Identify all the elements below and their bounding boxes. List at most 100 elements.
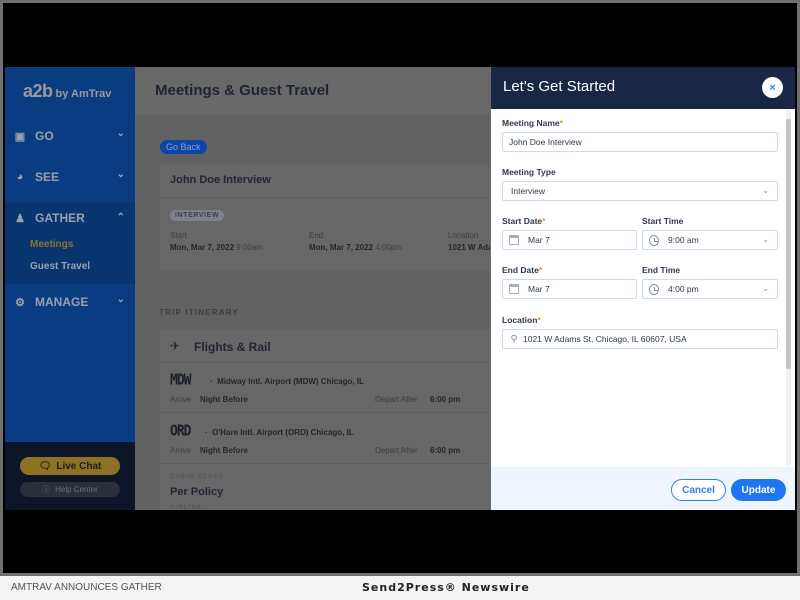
meeting-title: John Doe Interview bbox=[170, 174, 271, 186]
chat-icon: 🗨 bbox=[38, 460, 52, 472]
chevron-down-icon: ⌄ bbox=[762, 186, 769, 195]
input-value: Mar 7 bbox=[528, 235, 550, 245]
airline-label: AIRLINE: bbox=[170, 505, 206, 510]
help-center-label: Help Center bbox=[55, 485, 98, 494]
label-text: Meeting Name bbox=[502, 118, 560, 128]
meeting-name-input[interactable]: John Doe Interview bbox=[502, 132, 778, 152]
depart-value: 6:00 pm bbox=[430, 446, 461, 455]
caption-headline: AMTRAV ANNOUNCES GATHER bbox=[11, 582, 162, 593]
cabin-class-value: Per Policy bbox=[170, 486, 224, 498]
meeting-summary-card: John Doe Interview INTERVIEW Start Mon, … bbox=[160, 164, 495, 271]
divider bbox=[160, 463, 495, 464]
suitcase-icon: ▣ bbox=[14, 130, 26, 143]
logo-sub: by AmTrav bbox=[55, 88, 112, 100]
logo[interactable]: a2b by AmTrav bbox=[23, 81, 111, 102]
app-window: a2b by AmTrav ▣ GO ⌄ ◕ SEE ⌄ ♟ GATHER ⌃ M… bbox=[5, 67, 795, 510]
end-date: Mon, Mar 7, 2022 bbox=[309, 243, 374, 252]
end-value: Mon, Mar 7, 2022 4:00pm bbox=[309, 243, 402, 252]
sidebar-item-see[interactable]: ◕ SEE ⌄ bbox=[5, 157, 135, 197]
required-mark: * bbox=[559, 118, 563, 128]
location-value: 1021 W Ada bbox=[448, 243, 493, 252]
depart-label: Depart After bbox=[375, 446, 418, 455]
select-value: 9:00 am bbox=[668, 235, 699, 245]
live-chat-label: Live Chat bbox=[56, 460, 102, 472]
sidebar-item-label: SEE bbox=[35, 170, 60, 184]
start-time-label: Start Time bbox=[642, 216, 684, 226]
panel-header: Let's Get Started × bbox=[491, 67, 795, 109]
arrive-label: Arrive bbox=[170, 395, 191, 404]
sidebar: a2b by AmTrav ▣ GO ⌄ ◕ SEE ⌄ ♟ GATHER ⌃ M… bbox=[5, 67, 135, 510]
label-text: Location bbox=[502, 315, 538, 325]
end-date-label: End Date* bbox=[502, 265, 542, 275]
airport-code: ORD bbox=[170, 422, 192, 441]
panel-footer: Cancel Update bbox=[491, 467, 795, 510]
chevron-down-icon: ⌄ bbox=[762, 284, 769, 293]
airplane-icon: ✈ bbox=[170, 339, 181, 353]
chevron-down-icon: ⌄ bbox=[116, 128, 125, 139]
airport-name: · Midway Intl. Airport (MDW) Chicago, IL bbox=[210, 377, 364, 386]
input-value: 1021 W Adams St, Chicago, IL 60607, USA bbox=[523, 334, 687, 344]
meeting-edit-panel: Let's Get Started × Meeting Name* John D… bbox=[491, 67, 795, 510]
caption-source: Send2Press® Newswire bbox=[362, 581, 530, 594]
sidebar-item-label: GATHER bbox=[35, 211, 85, 225]
required-mark: * bbox=[537, 315, 541, 325]
sidebar-footer bbox=[5, 442, 135, 510]
flights-rail-card: ✈ Flights & Rail MDW · Midway Intl. Airp… bbox=[160, 329, 495, 510]
live-chat-button[interactable]: 🗨 Live Chat bbox=[20, 457, 120, 475]
start-date: Mon, Mar 7, 2022 bbox=[170, 243, 235, 252]
update-button[interactable]: Update bbox=[731, 479, 786, 501]
scrollbar-thumb[interactable] bbox=[786, 119, 791, 369]
end-time-select[interactable]: 4:00 pm ⌄ bbox=[642, 279, 778, 299]
sidebar-item-go[interactable]: ▣ GO ⌄ bbox=[5, 116, 135, 156]
airport-code: MDW bbox=[170, 371, 192, 390]
required-mark: * bbox=[538, 265, 543, 275]
logo-main: a2b bbox=[23, 81, 53, 101]
divider bbox=[160, 412, 495, 413]
airport-name-text: Midway Intl. Airport (MDW) Chicago, IL bbox=[217, 377, 364, 386]
meeting-name-label: Meeting Name* bbox=[502, 118, 563, 128]
select-value: Interview bbox=[511, 186, 546, 196]
main-content: Meetings & Guest Travel Go Back John Doe… bbox=[135, 67, 495, 510]
label-text: Start Date bbox=[502, 216, 543, 226]
panel-title: Let's Get Started bbox=[503, 78, 616, 95]
trip-itinerary-label: TRIP ITINERARY bbox=[159, 308, 239, 317]
sidebar-item-gather[interactable]: ♟ GATHER ⌃ bbox=[5, 198, 135, 238]
depart-value: 6:00 pm bbox=[430, 395, 461, 404]
arrive-label: Arrive bbox=[170, 446, 191, 455]
input-value: Mar 7 bbox=[528, 284, 550, 294]
sidebar-item-manage[interactable]: ⚙ MANAGE ⌄ bbox=[5, 282, 135, 322]
chevron-up-icon: ⌃ bbox=[116, 212, 125, 223]
end-date-input[interactable]: Mar 7 bbox=[502, 279, 637, 299]
sidebar-subitem-meetings[interactable]: Meetings bbox=[30, 239, 73, 250]
clock-icon bbox=[649, 283, 659, 295]
chevron-down-icon: ⌄ bbox=[116, 294, 125, 305]
arrive-value: Night Before bbox=[200, 446, 248, 455]
divider bbox=[160, 197, 495, 198]
meeting-type-select[interactable]: Interview ⌄ bbox=[502, 181, 778, 201]
start-value: Mon, Mar 7, 2022 9:00am bbox=[170, 243, 263, 252]
sidebar-item-label: MANAGE bbox=[35, 295, 89, 309]
calendar-icon bbox=[509, 235, 519, 245]
users-icon: ♟ bbox=[15, 212, 25, 225]
start-label: Start bbox=[170, 231, 187, 240]
required-mark: * bbox=[542, 216, 546, 226]
sidebar-subitem-guest-travel[interactable]: Guest Travel bbox=[30, 261, 90, 272]
start-date-input[interactable]: Mar 7 bbox=[502, 230, 637, 250]
meeting-type-label: Meeting Type bbox=[502, 167, 556, 177]
start-time-select[interactable]: 9:00 am ⌄ bbox=[642, 230, 778, 250]
close-button[interactable]: × bbox=[762, 77, 783, 98]
flights-rail-title: Flights & Rail bbox=[194, 340, 271, 354]
page-title: Meetings & Guest Travel bbox=[155, 82, 330, 99]
end-label: End bbox=[309, 231, 324, 240]
go-back-button[interactable]: Go Back bbox=[160, 140, 207, 154]
arrive-value: Night Before bbox=[200, 395, 248, 404]
cancel-button[interactable]: Cancel bbox=[671, 479, 726, 501]
start-time: 9:00am bbox=[236, 243, 263, 252]
help-icon: ⓘ bbox=[42, 485, 51, 494]
cabin-class-label: CABIN CLASS: bbox=[170, 474, 227, 480]
location-input[interactable]: ⚲ 1021 W Adams St, Chicago, IL 60607, US… bbox=[502, 329, 778, 349]
depart-label: Depart After bbox=[375, 395, 418, 404]
help-center-button[interactable]: ⓘ Help Center bbox=[20, 482, 120, 497]
gear-icon: ⚙ bbox=[15, 296, 25, 309]
calendar-icon bbox=[509, 284, 519, 294]
